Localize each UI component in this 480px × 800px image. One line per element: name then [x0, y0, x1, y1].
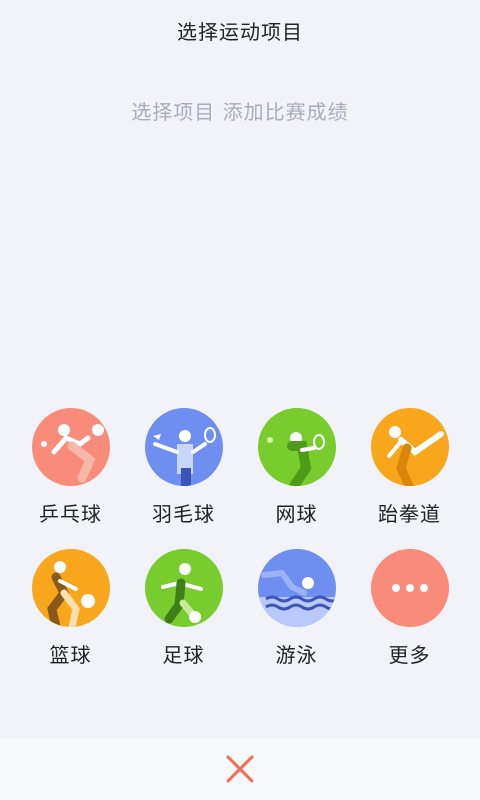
sport-item-more[interactable]: 更多	[353, 549, 466, 668]
sport-item-table-tennis[interactable]: 乒乓球	[14, 408, 127, 527]
page-title: 选择运动项目	[177, 19, 303, 44]
sport-label: 更多	[388, 643, 431, 667]
swimming-icon	[257, 549, 336, 627]
top-bar: 选择运动项目	[0, 0, 480, 60]
sport-item-tennis[interactable]: 网球	[240, 408, 353, 527]
tennis-icon	[257, 408, 336, 486]
sport-item-badminton[interactable]: 羽毛球	[127, 408, 240, 527]
table-tennis-icon	[31, 408, 110, 486]
sport-item-taekwondo[interactable]: 跆拳道	[353, 408, 466, 527]
sport-label: 网球	[275, 502, 318, 526]
close-icon[interactable]	[222, 751, 258, 787]
sport-grid: 乒乓球 羽毛球 网球 跆拳道 篮球 足球 游泳 更多	[14, 408, 466, 668]
bottom-bar	[0, 738, 480, 800]
hint-text: 选择项目 添加比赛成绩	[131, 100, 349, 124]
sport-label: 羽毛球	[152, 502, 215, 526]
sport-label: 足球	[162, 643, 205, 667]
taekwondo-icon	[370, 408, 449, 486]
sport-item-swimming[interactable]: 游泳	[240, 549, 353, 668]
sport-label: 篮球	[49, 643, 92, 667]
more-icon	[370, 549, 449, 627]
basketball-icon	[31, 549, 110, 627]
sport-label: 游泳	[275, 643, 318, 667]
sport-label: 乒乓球	[39, 502, 102, 526]
sport-label: 跆拳道	[378, 502, 441, 526]
football-icon	[144, 549, 223, 627]
sport-item-football[interactable]: 足球	[127, 549, 240, 668]
badminton-icon	[144, 408, 223, 486]
sport-item-basketball[interactable]: 篮球	[14, 549, 127, 668]
